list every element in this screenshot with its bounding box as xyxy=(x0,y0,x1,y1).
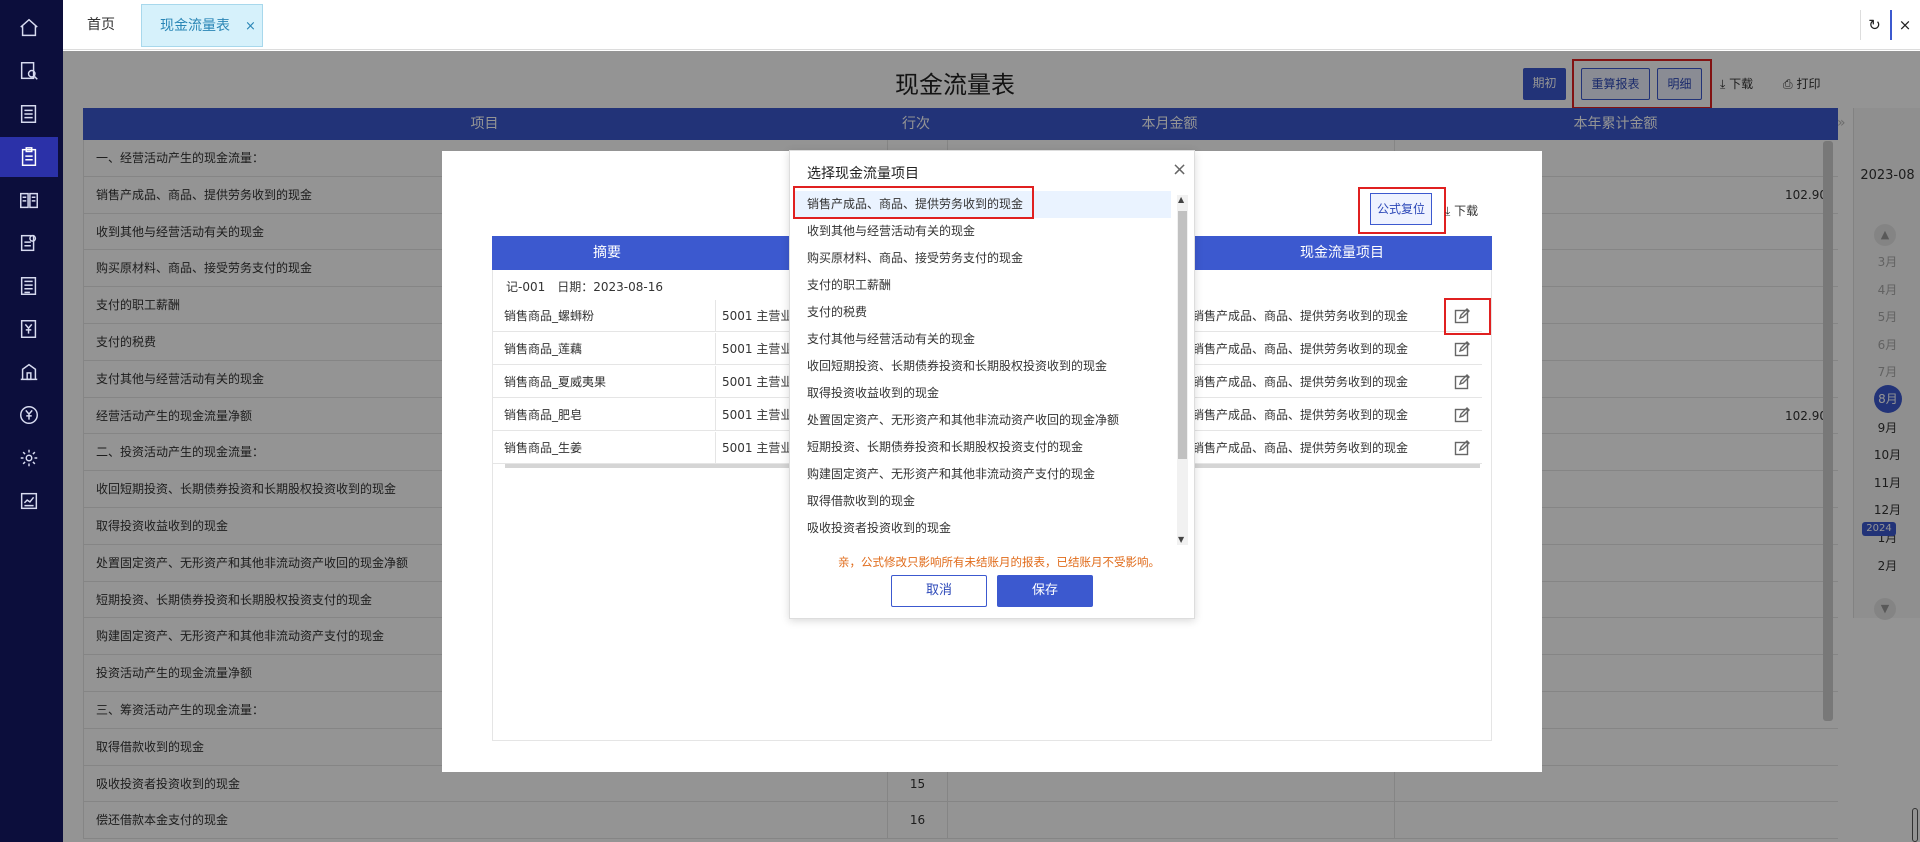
cash-item-option[interactable]: 短期投资、长期债券投资和长期股权投资支付的现金 xyxy=(795,434,1171,461)
search-doc-icon[interactable] xyxy=(0,51,58,91)
edit-icon[interactable] xyxy=(1454,432,1474,464)
detail-summary: 销售商品_莲藕 xyxy=(504,342,583,356)
edit-icon[interactable] xyxy=(1454,300,1474,332)
download-icon: ⤓ xyxy=(1445,204,1451,218)
select-modal-close-icon[interactable]: × xyxy=(1172,159,1187,180)
home-icon[interactable] xyxy=(0,8,58,48)
chart-icon[interactable] xyxy=(0,481,58,521)
cash-item-option[interactable]: 收回短期投资、长期债券投资和长期股权投资收到的现金 xyxy=(795,353,1171,380)
list-icon[interactable] xyxy=(0,266,58,306)
ledger-icon[interactable] xyxy=(0,94,58,134)
voucher-info: 记-001 日期：2023-08-16 xyxy=(506,280,663,294)
yen-doc-icon[interactable] xyxy=(0,309,58,349)
detail-cash-item: 销售产成品、商品、提供劳务收到的现金 xyxy=(1192,375,1409,389)
select-cash-item-modal: 选择现金流量项目 × 销售产成品、商品、提供劳务收到的现金 收到其他与经营活动有关… xyxy=(789,150,1195,619)
yen-circle-icon[interactable] xyxy=(0,395,58,435)
save-button[interactable]: 保存 xyxy=(997,575,1093,607)
formula-reset-button[interactable]: 公式复位 xyxy=(1370,193,1432,225)
detail-summary: 销售商品_夏威夷果 xyxy=(504,375,607,389)
sidebar xyxy=(0,0,63,842)
cancel-button[interactable]: 取消 xyxy=(891,575,987,607)
detail-account: 5001 主营业务 xyxy=(715,432,795,464)
report-icon[interactable] xyxy=(0,137,58,177)
tab-cash-flow-label: 现金流量表 xyxy=(160,18,230,34)
cash-item-option[interactable]: 支付的税费 xyxy=(795,299,1171,326)
detail-summary: 销售商品_肥皂 xyxy=(504,408,583,422)
cash-item-option[interactable]: 购建固定资产、无形资产和其他非流动资产支付的现金 xyxy=(795,461,1171,488)
detail-account: 5001 主营业务 xyxy=(715,300,795,332)
edit-icon[interactable] xyxy=(1454,366,1474,398)
cash-item-option[interactable]: 支付其他与经营活动有关的现金 xyxy=(795,326,1171,353)
scroll-down-icon[interactable]: ▼ xyxy=(1178,535,1184,544)
detail-account: 5001 主营业务 xyxy=(715,333,795,365)
tab-cash-flow[interactable]: 现金流量表 × xyxy=(141,4,263,47)
cash-item-option[interactable]: 取得投资收益收到的现金 xyxy=(795,380,1171,407)
gear-icon[interactable] xyxy=(0,438,58,478)
tab-close-icon[interactable]: × xyxy=(245,5,256,48)
detail-cash-item: 销售产成品、商品、提供劳务收到的现金 xyxy=(1192,309,1409,323)
formula-note: 亲，公式修改只影响所有未结账月的报表，已结账月不受影响。 xyxy=(838,555,1160,569)
cash-item-option[interactable]: 处置固定资产、无形资产和其他非流动资产收回的现金净额 xyxy=(795,407,1171,434)
detail-download-label: 下载 xyxy=(1454,204,1479,218)
tab-bar: 首页 现金流量表 × ↻ × xyxy=(63,0,1920,50)
modal-title: 选择现金流量项目 xyxy=(807,166,919,182)
resize-handle xyxy=(1912,808,1918,842)
cash-item-option[interactable]: 吸收投资者投资收到的现金 xyxy=(795,515,1171,542)
cash-item-option[interactable]: 收到其他与经营活动有关的现金 xyxy=(795,218,1171,245)
cash-item-option[interactable]: 支付的职工薪酬 xyxy=(795,272,1171,299)
cash-item-list: 销售产成品、商品、提供劳务收到的现金 收到其他与经营活动有关的现金 购买原材料、商品… xyxy=(795,191,1177,548)
detail-cash-item: 销售产成品、商品、提供劳务收到的现金 xyxy=(1192,441,1409,455)
detail-account: 5001 主营业务 xyxy=(715,366,795,398)
detail-cash-item: 销售产成品、商品、提供劳务收到的现金 xyxy=(1192,408,1409,422)
detail-cash-item: 销售产成品、商品、提供劳务收到的现金 xyxy=(1192,342,1409,356)
detail-summary: 销售商品_生姜 xyxy=(504,441,583,455)
cash-item-option[interactable]: 取得借款收到的现金 xyxy=(795,488,1171,515)
col-summary: 摘要 xyxy=(593,245,621,261)
cash-item-option[interactable]: 销售产成品、商品、提供劳务收到的现金 xyxy=(795,191,1171,218)
building-icon[interactable] xyxy=(0,352,58,392)
cash-item-option[interactable]: 购买原材料、商品、接受劳务支付的现金 xyxy=(795,245,1171,272)
tab-home[interactable]: 首页 xyxy=(75,4,133,47)
settings-doc-icon[interactable] xyxy=(0,223,58,263)
scroll-thumb[interactable] xyxy=(1178,211,1187,459)
scroll-up-icon[interactable]: ▲ xyxy=(1178,195,1184,204)
list-scrollbar[interactable]: ▲ ▼ xyxy=(1177,195,1188,545)
edit-icon[interactable] xyxy=(1454,399,1474,431)
col-cash-item: 现金流量项目 xyxy=(1300,245,1384,261)
detail-account: 5001 主营业务 xyxy=(715,399,795,431)
detail-summary: 销售商品_螺蛳粉 xyxy=(504,309,595,323)
detail-download-link[interactable]: ⤓ 下载 xyxy=(1445,202,1478,219)
book-icon[interactable] xyxy=(0,180,58,220)
close-window-icon[interactable]: × xyxy=(1890,10,1918,40)
refresh-icon[interactable]: ↻ xyxy=(1860,10,1888,40)
edit-icon[interactable] xyxy=(1454,333,1474,365)
